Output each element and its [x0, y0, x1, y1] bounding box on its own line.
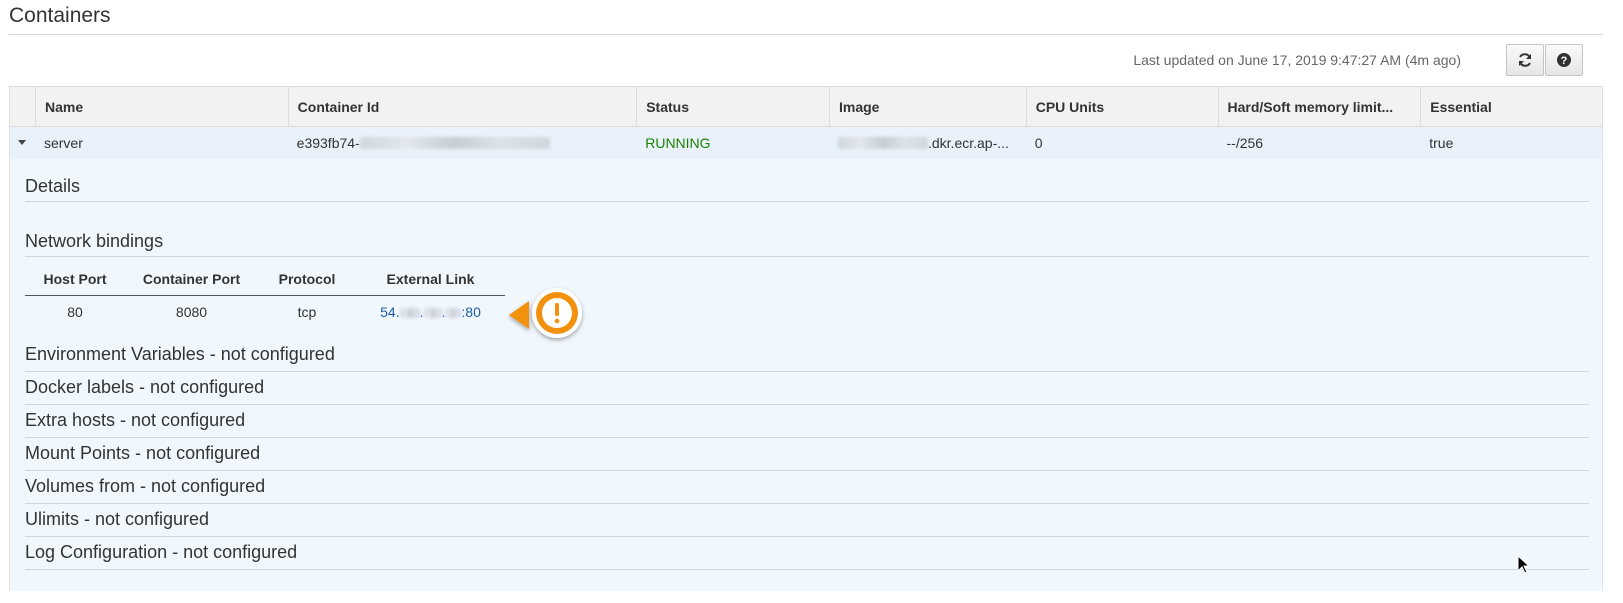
redacted-ip-1 — [399, 308, 420, 319]
container-id: e393fb74- — [288, 127, 637, 159]
help-icon: ? — [1557, 53, 1571, 67]
protocol-value: tcp — [297, 304, 317, 320]
column-header-status[interactable]: Status — [636, 87, 829, 126]
expand-column-header — [10, 87, 35, 126]
refresh-button[interactable] — [1506, 44, 1544, 76]
exclamation-icon — [509, 288, 582, 338]
container-port-header: Container Port — [142, 271, 241, 287]
redacted-image — [837, 137, 928, 149]
container-port-value: 8080 — [175, 304, 208, 320]
column-header-memory-limits[interactable]: Hard/Soft memory limit... — [1217, 87, 1421, 126]
external-link-cell: 54...:80 — [356, 296, 505, 328]
svg-text:?: ? — [1561, 55, 1568, 67]
image-cell: .dkr.ecr.ap-... — [829, 127, 1026, 159]
containers-heading: Containers — [9, 4, 111, 27]
memory-limit-value: --/256 — [1226, 135, 1264, 151]
network-bindings-divider — [25, 256, 1589, 257]
details-divider — [25, 201, 1589, 202]
last-updated-text: Last updated on June 17, 2019 9:47:27 AM… — [1133, 52, 1461, 68]
details-heading: Details — [25, 176, 81, 196]
network-bindings-table: Host Port Container Port Protocol Extern… — [25, 263, 505, 328]
redacted-id — [359, 137, 550, 149]
container-id-text: e393fb74- — [296, 135, 360, 151]
network-header-row: Host Port Container Port Protocol Extern… — [25, 263, 505, 296]
help-button[interactable]: ? — [1545, 44, 1583, 76]
table-header-row: Name Container Id Status Image CPU Units… — [9, 86, 1603, 127]
mouse-pointer-icon — [1517, 555, 1531, 574]
cpu-units-value: 0 — [1034, 135, 1043, 151]
protocol-header: Protocol — [278, 271, 336, 287]
redacted-ip-3 — [445, 308, 462, 319]
log-configuration-section[interactable]: Log Configuration - not configured — [25, 537, 1589, 570]
containers-table: Name Container Id Status Image CPU Units… — [9, 86, 1603, 591]
refresh-icon — [1519, 53, 1531, 67]
heading-divider — [9, 34, 1603, 35]
volumes-from-section[interactable]: Volumes from - not configured — [25, 471, 1589, 504]
env-variables-section[interactable]: Environment Variables - not configured — [25, 339, 1589, 372]
column-header-essential[interactable]: Essential — [1420, 87, 1602, 126]
table-row[interactable]: server e393fb74- RUNNING .dkr.ecr.ap-...… — [9, 127, 1603, 159]
network-bindings-heading: Network bindings — [25, 231, 164, 251]
host-port-header: Host Port — [43, 271, 107, 287]
external-link[interactable]: 54...:80 — [380, 304, 481, 320]
caret-down-icon — [18, 140, 27, 145]
link-suffix: :80 — [461, 304, 481, 320]
container-details-panel: Details Network bindings Host Port Conta… — [9, 159, 1603, 591]
mount-points-section[interactable]: Mount Points - not configured — [25, 438, 1589, 471]
docker-labels-section[interactable]: Docker labels - not configured — [25, 372, 1589, 405]
link-prefix: 54. — [380, 304, 400, 320]
status-badge: RUNNING — [645, 135, 711, 151]
network-binding-row: 80 8080 tcp 54...:80 — [25, 296, 505, 328]
image-text: .dkr.ecr.ap-... — [927, 135, 1009, 151]
expand-toggle[interactable] — [10, 127, 35, 159]
container-name: server — [43, 135, 83, 151]
redacted-ip-2 — [423, 308, 442, 319]
column-header-cpu-units[interactable]: CPU Units — [1025, 87, 1218, 126]
column-header-container-id[interactable]: Container Id — [287, 87, 637, 126]
essential-value: true — [1429, 135, 1454, 151]
extra-hosts-section[interactable]: Extra hosts - not configured — [25, 405, 1589, 438]
ulimits-section[interactable]: Ulimits - not configured — [25, 504, 1589, 537]
host-port-value: 80 — [67, 304, 83, 320]
link-separator: . — [419, 304, 424, 320]
external-link-header: External Link — [386, 271, 475, 287]
column-header-name[interactable]: Name — [34, 87, 288, 126]
column-header-image[interactable]: Image — [828, 87, 1026, 126]
